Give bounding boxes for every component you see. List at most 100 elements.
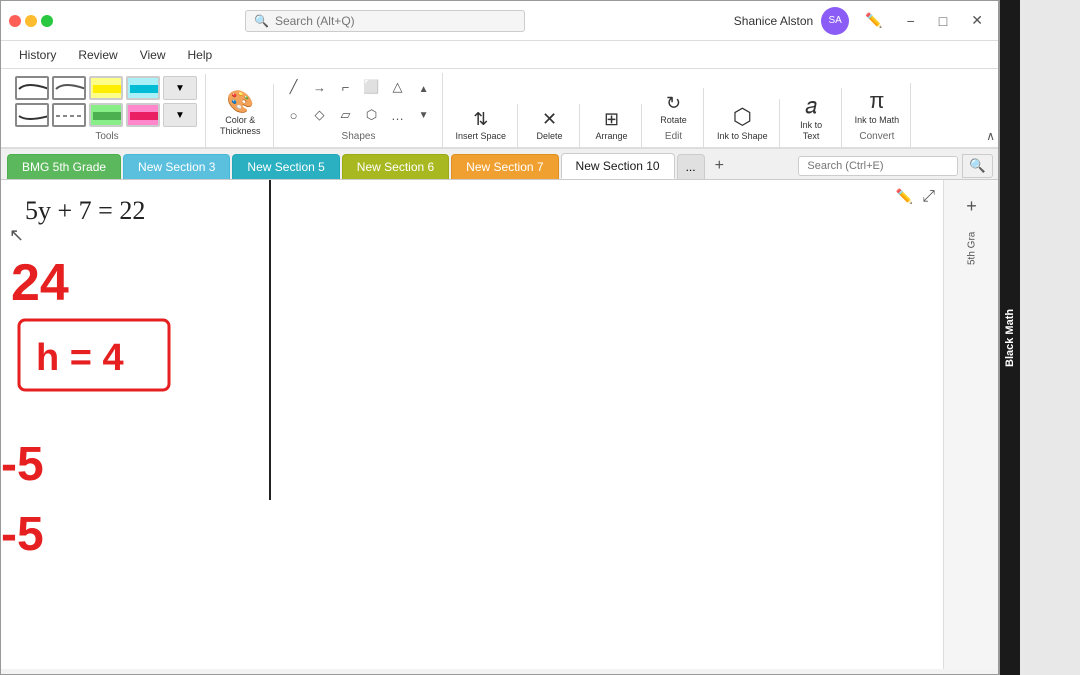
ribbon-group-arrange: ⊞ Arrange (582, 104, 642, 147)
sidebar-add-button[interactable]: + (954, 188, 990, 224)
rotate-button[interactable]: ↻ Rotate (655, 90, 692, 129)
ink-to-math-button[interactable]: π Ink to Math (850, 85, 905, 129)
search-icon: 🔍 (254, 14, 269, 28)
canvas-area[interactable]: ↖ 5y + 7 = 22 ✏️ ⤢ 24 h = 4 -5 -5 (1, 180, 943, 669)
menu-review[interactable]: Review (68, 44, 127, 66)
shapes-expand-down[interactable]: ▼ (412, 103, 436, 127)
right-panel-label: Black Math (1000, 0, 1020, 675)
ink-to-text-button[interactable]: 𝑎 Ink toText (789, 90, 833, 145)
ribbon-group-tools: ▼ ▼ Tools (9, 74, 206, 147)
ribbon-groups: ▼ ▼ Tools (9, 73, 991, 147)
delete-icon: ✕ (542, 109, 557, 130)
search-bar[interactable]: 🔍 (245, 10, 525, 32)
insert-space-button[interactable]: ⇅ Insert Space (451, 106, 512, 145)
menu-help[interactable]: Help (178, 44, 223, 66)
shapes-label: Shapes (342, 131, 376, 145)
sidebar-right: + 5th Gra (943, 180, 999, 669)
tab-bmg[interactable]: BMG 5th Grade (7, 154, 121, 179)
ribbon-group-shapes: ╱ → ⌐ ⬜ △ ○ ◇ ▱ ⬡ … ▲ ▼ (276, 73, 443, 147)
app-window: 🔍 Shanice Alston SA ✏️ − □ ✕ History Rev… (0, 0, 1000, 675)
search-input[interactable] (275, 14, 495, 28)
tab-sec10[interactable]: New Section 10 (561, 153, 675, 179)
minimize-button[interactable]: − (899, 9, 923, 33)
tab-sec7[interactable]: New Section 7 (451, 154, 558, 179)
shape-rect[interactable]: ⬜ (360, 75, 384, 99)
title-bar: 🔍 Shanice Alston SA ✏️ − □ ✕ (1, 1, 999, 41)
ribbon-group-ink-text: 𝑎 Ink toText (782, 88, 842, 147)
rotate-label: Rotate (660, 115, 687, 126)
ink-text-label: Ink toText (800, 120, 822, 142)
convert-group-label: Convert (859, 131, 894, 145)
ribbon-group-insert: ⇅ Insert Space (445, 104, 519, 147)
tabs-search: 🔍 (798, 154, 993, 178)
ink-math-icon: π (869, 88, 884, 114)
maximize-button[interactable]: □ (931, 9, 955, 33)
shape-circle[interactable]: ○ (282, 103, 306, 127)
title-bar-right: Shanice Alston SA ✏️ − □ ✕ (734, 7, 991, 35)
svg-text:24: 24 (11, 254, 69, 312)
shape-diamond[interactable]: ◇ (308, 103, 332, 127)
pen-swatch-1[interactable] (15, 76, 49, 100)
ribbon-group-ink-math: π Ink to Math Convert (844, 83, 912, 147)
tools-label: Tools (95, 131, 118, 145)
tab-search-icon-btn[interactable]: 🔍 (962, 154, 993, 178)
pen-swatch-expand[interactable]: ▼ (163, 76, 197, 100)
tab-sec5[interactable]: New Section 5 (232, 154, 339, 179)
tabs-bar: BMG 5th Grade New Section 3 New Section … (1, 149, 999, 180)
ink-shape-label: Ink to Shape (717, 131, 768, 142)
tab-more-button[interactable]: ... (677, 154, 705, 179)
palette-icon: 🎨 (227, 89, 254, 115)
edit-group-label: Edit (665, 131, 682, 145)
pen-swatch-pink[interactable] (126, 103, 160, 127)
color-thickness-button[interactable]: 🎨 Color & Thickness (214, 86, 267, 140)
shape-parallelogram[interactable]: ▱ (334, 103, 358, 127)
arrange-button[interactable]: ⊞ Arrange (591, 106, 633, 145)
ink-shape-icon: ⬡ (733, 104, 752, 130)
ink-to-shape-button[interactable]: ⬡ Ink to Shape (712, 101, 773, 145)
main-area: ↖ 5y + 7 = 22 ✏️ ⤢ 24 h = 4 -5 -5 (1, 180, 999, 669)
svg-text:-5: -5 (1, 508, 44, 561)
close-button[interactable]: ✕ (963, 8, 991, 33)
shape-arrow[interactable]: → (308, 75, 332, 99)
right-panel: Black Math (998, 0, 1080, 675)
pen-swatch-yellow[interactable] (89, 76, 123, 100)
shapes-expand-up[interactable]: ▲ (412, 77, 436, 101)
shape-line[interactable]: ╱ (282, 75, 306, 99)
handwriting-svg: 24 h = 4 -5 -5 (1, 180, 943, 669)
avatar: SA (821, 7, 849, 35)
pen-swatch-2[interactable] (52, 76, 86, 100)
sidebar-section-button[interactable]: 5th Gra (954, 230, 990, 266)
ribbon-group-ink-shape: ⬡ Ink to Shape (706, 99, 780, 147)
pen-swatches-grid: ▼ ▼ (15, 76, 199, 129)
menu-view[interactable]: View (130, 44, 176, 66)
edit-icon-btn[interactable]: ✏️ (857, 8, 890, 33)
ribbon-group-color: 🎨 Color & Thickness (208, 84, 274, 147)
shape-more[interactable]: … (386, 103, 410, 127)
ribbon: ▼ ▼ Tools (1, 69, 999, 149)
delete-button[interactable]: ✕ Delete (532, 106, 568, 145)
color-thickness-label: Color & Thickness (220, 115, 261, 137)
menu-bar: History Review View Help (1, 41, 999, 69)
svg-text:h = 4: h = 4 (36, 337, 124, 379)
ink-text-icon: 𝑎 (805, 93, 817, 119)
user-name: Shanice Alston (734, 14, 813, 28)
ribbon-expand-button[interactable]: ∧ (986, 129, 995, 143)
insert-space-icon: ⇅ (473, 109, 488, 130)
tab-add-button[interactable]: + (707, 153, 732, 179)
pen-swatch-green[interactable] (89, 103, 123, 127)
menu-history[interactable]: History (9, 44, 66, 66)
ink-math-label: Ink to Math (855, 115, 900, 126)
shape-triangle[interactable]: △ (386, 75, 410, 99)
shape-hex[interactable]: ⬡ (360, 103, 384, 127)
tab-search-input[interactable] (798, 156, 958, 176)
svg-text:-5: -5 (1, 438, 44, 491)
pen-swatch-expand2[interactable]: ▼ (163, 103, 197, 127)
pen-swatch-cyan[interactable] (126, 76, 160, 100)
ribbon-group-delete: ✕ Delete (520, 104, 580, 147)
pen-swatch-4[interactable] (52, 103, 86, 127)
shape-l[interactable]: ⌐ (334, 75, 358, 99)
rotate-icon: ↻ (666, 93, 681, 114)
pen-swatch-3[interactable] (15, 103, 49, 127)
tab-sec3[interactable]: New Section 3 (123, 154, 230, 179)
tab-sec6[interactable]: New Section 6 (342, 154, 449, 179)
